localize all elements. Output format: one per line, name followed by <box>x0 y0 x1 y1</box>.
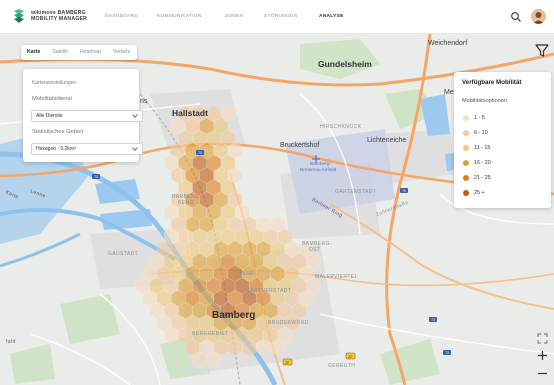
area-label: Statistisches Gebiet <box>32 129 84 135</box>
place-airfield-line-2: Breitenau Airfield <box>300 168 337 173</box>
legend-swatch <box>463 145 469 151</box>
place-gereuth: GEREUTH <box>328 363 356 369</box>
service-select-value: Alle Dienste <box>36 113 63 119</box>
place-hallstadt: Hallstadt <box>172 108 208 118</box>
fullscreen-icon[interactable] <box>535 331 549 345</box>
legend-item-label: 1 - 5 <box>474 115 485 121</box>
brand-line-2: MOBILITY MANAGER <box>31 16 88 22</box>
tab-satellit[interactable]: Satellit <box>46 45 74 60</box>
chevron-down-icon <box>132 147 138 151</box>
filter-icon[interactable] <box>534 42 550 58</box>
minus-icon[interactable] <box>535 366 549 380</box>
place-berggebiet: BERGGEBIET <box>192 331 229 337</box>
road-badge-label: 22 <box>285 361 289 365</box>
road-badge-label: 73 <box>445 351 449 355</box>
place-bamberg: Bamberg <box>212 310 256 321</box>
legend-item-label: 21 - 25 <box>474 175 491 181</box>
legend-item-label: 6 - 10 <box>474 130 488 136</box>
place-bamberg-ost-2: OST <box>309 247 321 253</box>
place-bruckertshof: Bruckertshof <box>280 142 320 149</box>
legend-item: 21 - 25 <box>463 174 491 182</box>
place-gartenstadt: GARTENSTADT <box>335 189 377 195</box>
place-lichteneiche: Lichteneiche <box>367 137 407 144</box>
legend-item: 11 - 15 <box>463 144 490 152</box>
place-bruderwoerd: BRUDERWÖRD <box>268 320 309 326</box>
road-badge-label: 70 <box>94 175 98 179</box>
tab-verkehr[interactable]: Verkehr <box>107 45 137 60</box>
search-icon[interactable] <box>510 11 522 23</box>
road-badge-label: 70 <box>402 189 406 193</box>
place-gaertnerstadt: GÄRTNERSTADT <box>246 288 292 294</box>
legend-item-label: 16 - 20 <box>474 160 491 166</box>
nav-kommunikation[interactable]: KOMMUNIKATION <box>157 14 202 19</box>
tab-karte[interactable]: Karte <box>21 45 46 60</box>
brand-name: wikimove BAMBERG MOBILITY MANAGER <box>31 10 87 22</box>
plus-icon[interactable] <box>535 348 549 362</box>
road-badge-label: 22 <box>348 355 352 359</box>
legend-swatch <box>463 130 469 136</box>
area-select[interactable]: Hexagon - 0,2km² <box>31 143 143 155</box>
place-partial-ns: ns <box>140 98 148 105</box>
nav-analyse[interactable]: ANALYSE <box>319 14 344 19</box>
panel-title: Karteneinstellungen <box>32 80 77 86</box>
user-avatar[interactable] <box>531 9 546 24</box>
road-badge-label: 70 <box>198 151 202 155</box>
place-malerviertel: MALERVIERTEL <box>315 274 358 280</box>
legend-item-label: 11 - 15 <box>474 145 491 151</box>
place-partial-me: Me <box>444 89 454 96</box>
nav-zonen[interactable]: ZONEN <box>225 14 243 19</box>
mobility-legend: Verfügbare Mobilität Mobilitätsoptionen … <box>454 72 551 208</box>
place-hirschknock: HIRSCHKNOCK <box>320 124 362 130</box>
nav-stoerungen[interactable]: STÖRUNGEN <box>264 14 297 19</box>
legend-title: Verfügbare Mobilität <box>462 79 522 86</box>
wikimove-logo-icon[interactable] <box>12 9 26 25</box>
legend-swatch <box>463 190 469 196</box>
place-insel: INSEL <box>240 271 257 277</box>
legend-swatch <box>463 175 469 181</box>
legend-item: 1 - 5 <box>463 114 485 122</box>
tab-heatmap[interactable]: Heatmap <box>74 45 107 60</box>
legend-swatch <box>463 160 469 166</box>
legend-item-label: 25 + <box>474 190 485 196</box>
legend-item: 6 - 10 <box>463 129 488 137</box>
place-weichendorf: Weichendorf <box>428 40 468 47</box>
nav-dashboard[interactable]: DASHBOARD <box>105 14 138 19</box>
map-type-tabs: Karte Satellit Heatmap Verkehr <box>21 45 137 60</box>
place-partial-fald: fald <box>6 339 16 345</box>
legend-item: 16 - 20 <box>463 159 491 167</box>
place-airfield-line-1: Bamberg- <box>310 162 332 167</box>
legend-swatch <box>463 115 469 121</box>
map-settings-panel: Karteneinstellungen Mobilitätsdienst All… <box>23 69 143 162</box>
chevron-down-icon <box>132 114 138 118</box>
service-select[interactable]: Alle Dienste <box>31 110 143 122</box>
place-gaustadt: GAUSTADT <box>108 251 139 257</box>
place-barbersberg-2: BERG <box>178 200 194 206</box>
road-badge-label: 73 <box>431 318 435 322</box>
legend-item: 25 + <box>463 189 485 197</box>
legend-subtitle: Mobilitätsoptionen <box>462 98 508 104</box>
place-gundelsheim: Gundelsheim <box>318 59 372 69</box>
area-select-value: Hexagon - 0,2km² <box>36 146 76 152</box>
top-navigation-bar: wikimove BAMBERG MOBILITY MANAGER DASHBO… <box>0 0 554 34</box>
service-label: Mobilitätsdienst <box>32 96 72 102</box>
